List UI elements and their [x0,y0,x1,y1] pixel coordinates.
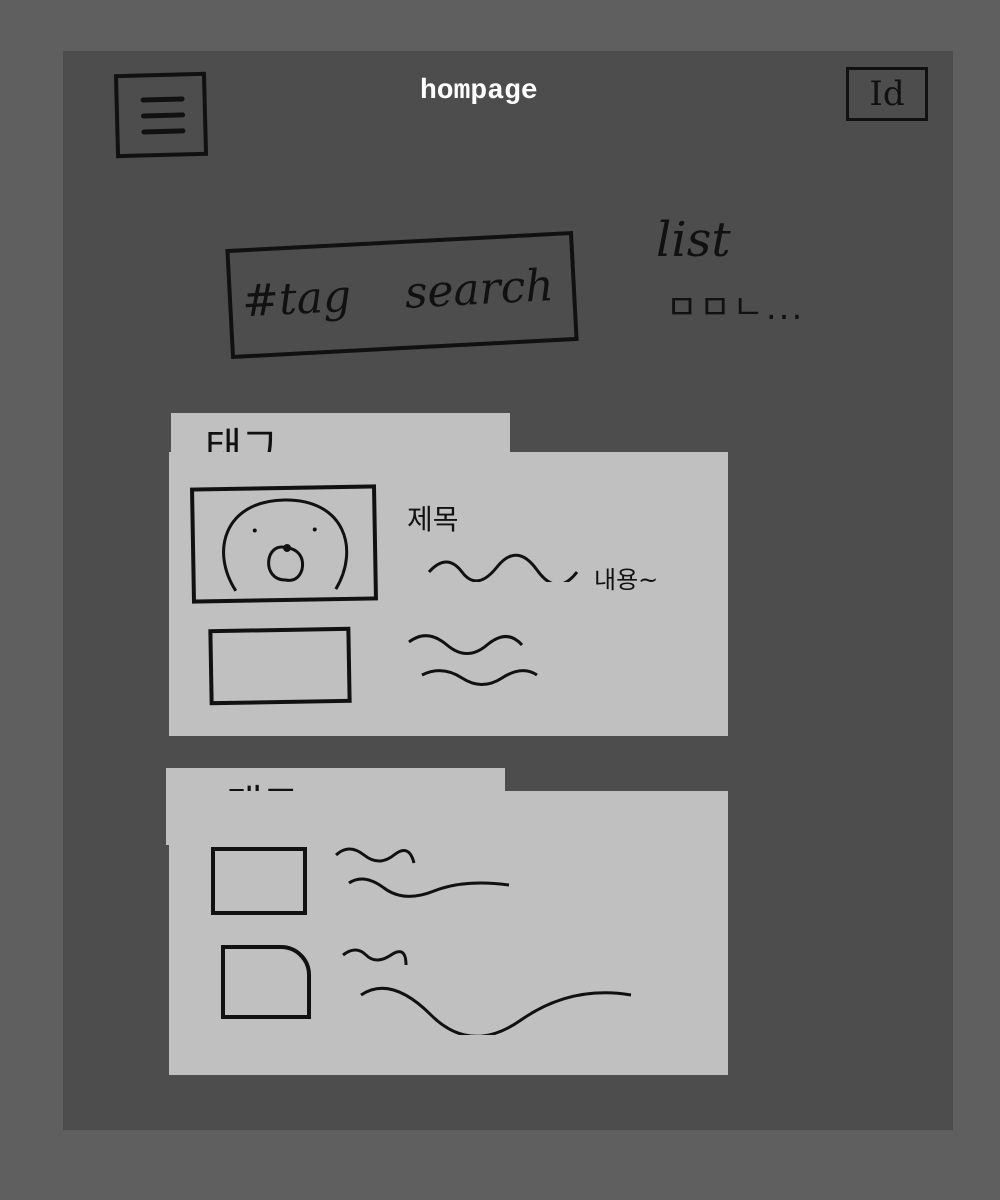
menu-line-icon [140,112,186,119]
content-scribble-icon [408,634,538,686]
post-content: 내용~ [594,566,659,594]
menu-line-icon [140,96,185,103]
content-scribble-icon [342,948,632,1035]
id-button[interactable]: Id [846,67,928,121]
tag-tab[interactable]: 태그 [171,413,510,471]
content-scribble-icon [427,553,579,582]
menu-button[interactable] [113,71,209,159]
page-title: hompage [420,76,538,107]
post-thumbnail[interactable] [211,847,307,915]
list-items[interactable]: ㅁㅁㄴ... [666,280,804,329]
tag-card [169,791,728,1075]
post-thumbnail[interactable] [221,945,311,1019]
content-scribble-icon [334,847,510,898]
seal-image-icon [222,498,349,592]
post-thumbnail[interactable] [208,626,352,706]
menu-line-icon [141,128,186,135]
tag-search-input[interactable]: #tag search [225,230,579,360]
tag-card: 제목 내용~ [169,452,728,736]
list-label: list [656,212,731,268]
post-title[interactable]: 제목 [407,498,459,538]
post-thumbnail[interactable] [190,484,378,604]
